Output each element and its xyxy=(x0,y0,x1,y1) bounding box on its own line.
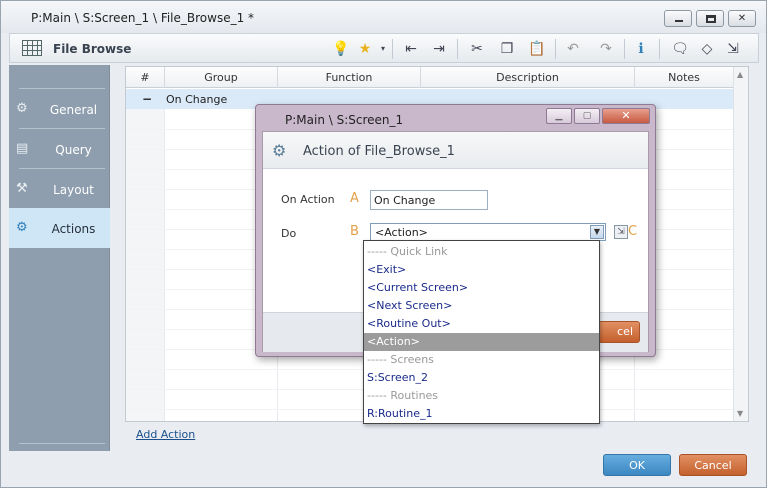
close-icon: ✕ xyxy=(621,109,631,122)
grid-line xyxy=(164,109,165,421)
goto-icon[interactable]: ⇲ xyxy=(724,40,742,58)
toolbar-separator xyxy=(624,39,625,59)
sidebar-item-layout[interactable]: ⚒ Layout xyxy=(9,169,110,209)
list-item[interactable]: <Exit> xyxy=(364,261,599,279)
dialog-window-controls: ▁ ▢ ✕ xyxy=(546,108,650,124)
column-header-number[interactable]: # xyxy=(126,67,165,88)
toolbar-separator xyxy=(457,39,458,59)
paste-icon[interactable]: 📋 xyxy=(528,40,546,58)
vertical-scrollbar[interactable]: ▲ ▼ xyxy=(733,67,748,421)
minimize-button[interactable] xyxy=(664,10,692,27)
indent-icon[interactable]: ⇥ xyxy=(430,40,448,58)
actions-icon: ⚙ xyxy=(16,220,28,235)
copy-icon[interactable]: ❐ xyxy=(498,40,516,58)
page-title: File Browse xyxy=(53,42,132,56)
sidebar-separator xyxy=(19,443,105,444)
sidebar: ⚙ General ▤ Query ⚒ Layout ⚙ Actions xyxy=(9,65,110,451)
maximize-icon: ▢ xyxy=(582,111,592,121)
maximize-button[interactable] xyxy=(696,10,724,27)
list-item: ----- Screens xyxy=(367,353,434,366)
group-label: On Change xyxy=(166,93,228,106)
scroll-up-icon[interactable]: ▲ xyxy=(737,70,743,79)
minimize-icon: ▁ xyxy=(555,111,563,121)
do-dropdown-list[interactable]: ----- Quick Link <Exit> <Current Screen>… xyxy=(363,240,600,424)
on-action-field[interactable]: On Change xyxy=(370,190,488,210)
list-item: ----- Quick Link xyxy=(367,245,448,258)
gear-icon: ⚙ xyxy=(16,101,28,116)
sidebar-item-label: Actions xyxy=(51,222,96,236)
dialog-maximize-button[interactable]: ▢ xyxy=(574,108,600,124)
minimize-icon xyxy=(675,20,683,22)
sidebar-item-label: Query xyxy=(55,143,92,157)
dialog-close-button[interactable]: ✕ xyxy=(602,108,650,124)
tag-icon[interactable]: ◇ xyxy=(698,40,716,58)
do-select[interactable]: <Action> ▼ xyxy=(370,223,606,241)
list-item: ----- Routines xyxy=(367,389,439,402)
sidebar-item-label: General xyxy=(49,103,98,117)
column-header-group[interactable]: Group xyxy=(165,67,278,88)
title-bar: P:Main \ S:Screen_1 \ File_Browse_1 * ✕ xyxy=(1,1,766,33)
grid-header: # Group Function Description Notes xyxy=(126,67,734,88)
toolbar: File Browse 💡 ★ ▾ ⇤ ⇥ ✂ ❐ 📋 ↶ ↷ ℹ 🗨 ◇ ⇲ xyxy=(9,33,759,63)
dialog-cancel-button[interactable]: cel xyxy=(598,321,640,343)
toolbar-separator xyxy=(659,39,660,59)
chevron-down-icon[interactable]: ▼ xyxy=(590,225,604,239)
on-action-label: On Action xyxy=(281,193,335,206)
chevron-down-icon[interactable]: ▾ xyxy=(374,40,392,58)
collapse-toggle[interactable]: − xyxy=(142,92,152,106)
list-item[interactable]: R:Routine_1 xyxy=(364,405,599,423)
cut-icon[interactable]: ✂ xyxy=(468,40,486,58)
close-icon: ✕ xyxy=(737,13,747,24)
grid-icon xyxy=(22,40,42,56)
marker-c: C xyxy=(628,224,638,239)
sidebar-item-label: Layout xyxy=(53,183,94,197)
window-controls: ✕ xyxy=(664,10,756,27)
list-item[interactable]: <Current Screen> xyxy=(364,279,599,297)
scroll-down-icon[interactable]: ▼ xyxy=(737,409,743,418)
outdent-icon[interactable]: ⇤ xyxy=(402,40,420,58)
do-label: Do xyxy=(281,227,297,240)
query-icon: ▤ xyxy=(16,141,29,156)
window-title: P:Main \ S:Screen_1 \ File_Browse_1 * xyxy=(31,11,255,25)
toolbar-separator xyxy=(555,39,556,59)
row-number-column xyxy=(126,109,164,421)
star-icon[interactable]: ★ xyxy=(356,40,374,58)
dialog-header: ⚙ Action of File_Browse_1 xyxy=(263,132,648,169)
list-item[interactable]: <Next Screen> xyxy=(364,297,599,315)
layout-icon: ⚒ xyxy=(16,181,28,196)
column-header-description[interactable]: Description xyxy=(421,67,635,88)
maximize-icon xyxy=(706,15,716,23)
column-header-notes[interactable]: Notes xyxy=(635,67,734,88)
close-button[interactable]: ✕ xyxy=(728,10,756,27)
redo-icon[interactable]: ↷ xyxy=(597,40,615,58)
dialog-heading: Action of File_Browse_1 xyxy=(303,144,455,159)
column-header-function[interactable]: Function xyxy=(278,67,421,88)
gear-icon: ⚙ xyxy=(272,141,287,160)
ok-button[interactable]: OK xyxy=(603,454,671,476)
sidebar-item-query[interactable]: ▤ Query xyxy=(9,129,110,169)
dialog-title: P:Main \ S:Screen_1 xyxy=(285,113,404,127)
sidebar-item-general[interactable]: ⚙ General xyxy=(9,89,110,129)
cancel-button[interactable]: Cancel xyxy=(679,454,747,476)
comment-icon[interactable]: 🗨 xyxy=(671,40,689,58)
toolbar-separator xyxy=(392,39,393,59)
marker-b: B xyxy=(350,224,359,239)
goto-icon[interactable]: ⇲ xyxy=(614,225,628,239)
list-item-selected[interactable]: <Action> xyxy=(364,333,599,351)
info-icon[interactable]: ℹ xyxy=(632,40,650,58)
list-item[interactable]: S:Screen_2 xyxy=(364,369,599,387)
add-action-link[interactable]: Add Action xyxy=(136,428,195,441)
list-item[interactable]: <Routine Out> xyxy=(364,315,599,333)
dialog-minimize-button[interactable]: ▁ xyxy=(546,108,572,124)
undo-icon[interactable]: ↶ xyxy=(564,40,582,58)
marker-a: A xyxy=(350,191,359,206)
do-select-value: <Action> xyxy=(375,226,428,239)
sidebar-item-actions[interactable]: ⚙ Actions xyxy=(9,208,110,248)
lightbulb-icon[interactable]: 💡 xyxy=(332,40,350,58)
